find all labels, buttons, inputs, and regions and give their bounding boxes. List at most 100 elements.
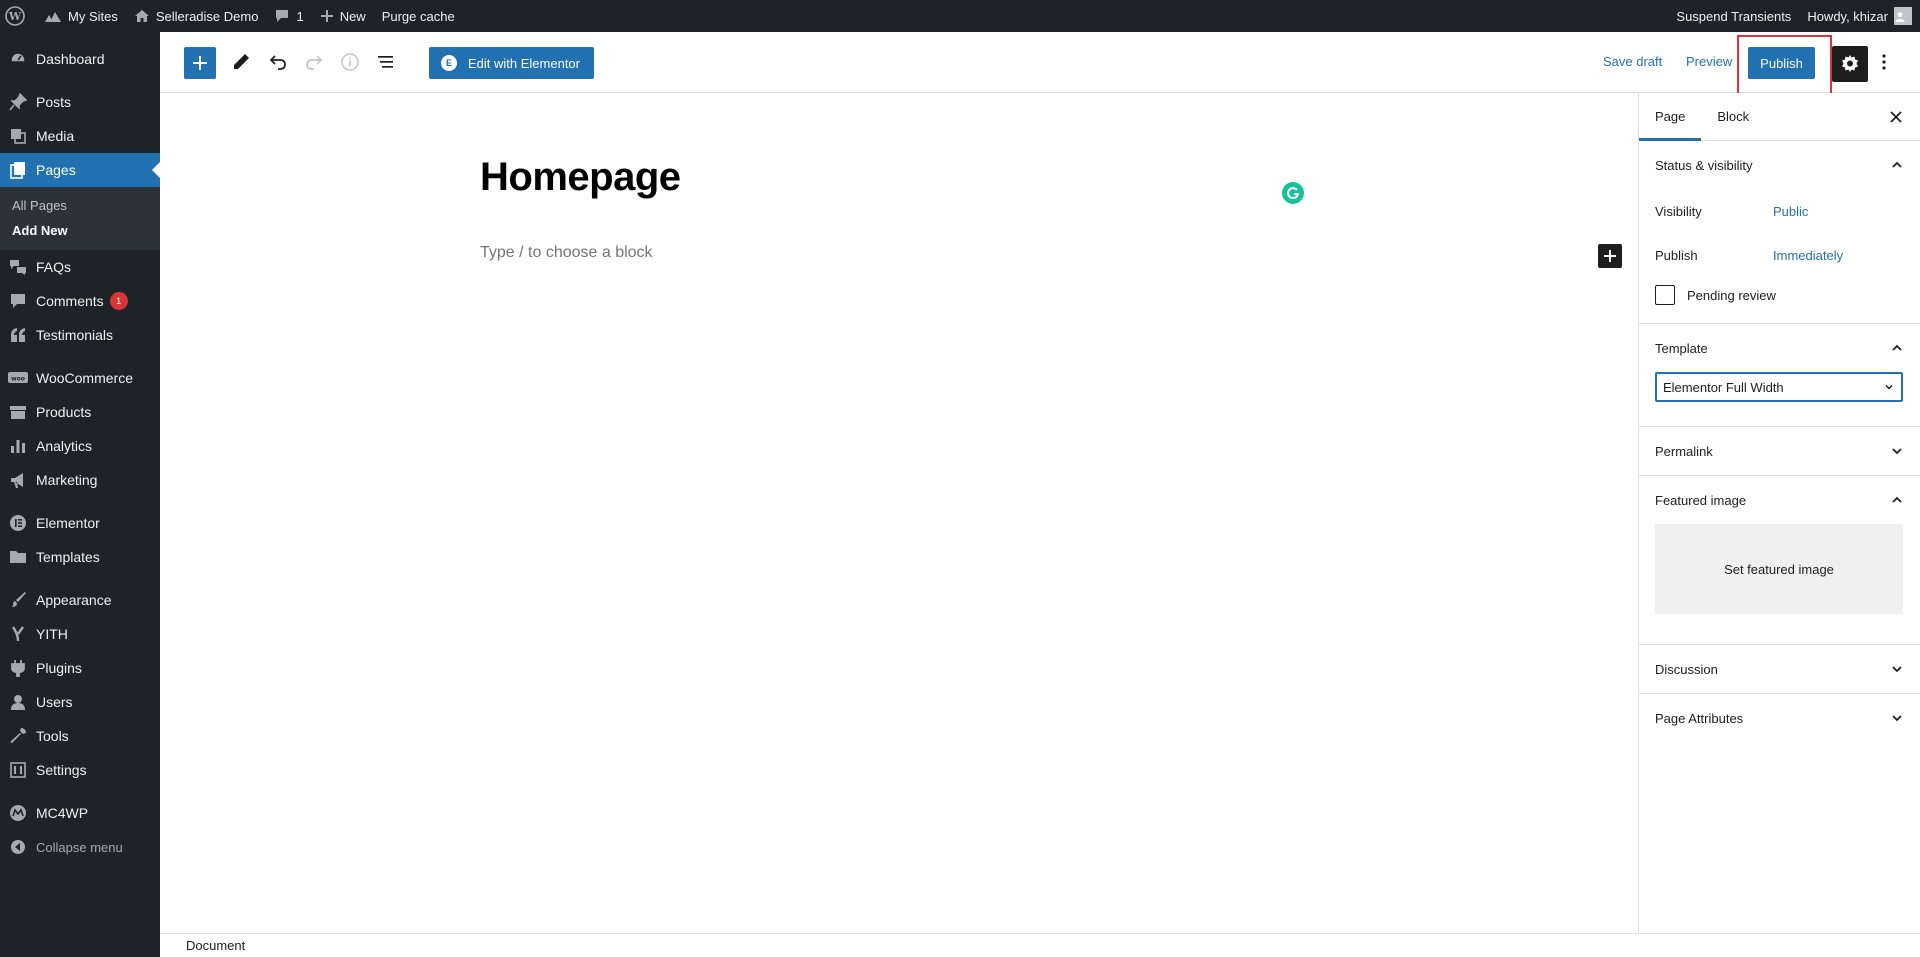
- sidebar-item-comments[interactable]: Comments 1: [0, 284, 160, 318]
- megaphone-icon: [8, 470, 28, 490]
- sidebar-item-label: MC4WP: [36, 805, 89, 821]
- elementor-icon: [8, 513, 28, 533]
- sidebar-tabs: Page Block: [1639, 93, 1920, 141]
- chart-icon: [8, 436, 28, 456]
- submenu-add-new[interactable]: Add New: [0, 218, 160, 243]
- template-toggle[interactable]: Template: [1655, 324, 1904, 372]
- yith-icon: [8, 624, 28, 644]
- more-options-button[interactable]: [1868, 46, 1900, 78]
- my-sites-label: My Sites: [68, 8, 118, 24]
- settings-icon: [8, 760, 28, 780]
- tools-button[interactable]: [225, 46, 257, 78]
- sidebar-item-faqs[interactable]: FAQs: [0, 250, 160, 284]
- post-title[interactable]: Homepage: [480, 155, 681, 200]
- sidebar-item-label: Posts: [36, 94, 72, 110]
- featured-image-toggle[interactable]: Featured image: [1655, 476, 1904, 524]
- grammarly-icon[interactable]: [1282, 182, 1304, 204]
- visibility-label: Visibility: [1655, 203, 1702, 219]
- section-title: Template: [1655, 340, 1708, 356]
- tab-page[interactable]: Page: [1639, 93, 1702, 141]
- sidebar-item-label: Comments: [36, 293, 104, 309]
- sidebar-item-elementor[interactable]: Elementor: [0, 506, 160, 540]
- sidebar-item-analytics[interactable]: Analytics: [0, 429, 160, 463]
- new-content-link[interactable]: New: [312, 0, 374, 32]
- sidebar-item-marketing[interactable]: Marketing: [0, 463, 160, 497]
- tab-block[interactable]: Block: [1701, 93, 1765, 140]
- admin-bar: W My Sites Selleradise Demo 1 New Purge …: [0, 0, 1920, 32]
- breadcrumb[interactable]: Document: [186, 938, 245, 953]
- status-visibility-toggle[interactable]: Status & visibility: [1655, 141, 1904, 189]
- block-inserter-toggle[interactable]: [184, 47, 216, 79]
- page-attributes-toggle[interactable]: Page Attributes: [1655, 694, 1904, 742]
- sidebar-item-woocommerce[interactable]: woo WooCommerce: [0, 361, 160, 395]
- purge-cache-link[interactable]: Purge cache: [374, 0, 463, 32]
- save-draft-button[interactable]: Save draft: [1603, 54, 1662, 69]
- comment-bubble-icon: [276, 10, 289, 22]
- set-featured-image-button[interactable]: Set featured image: [1655, 524, 1903, 614]
- pages-icon: [8, 160, 28, 180]
- chevron-up-icon: [1892, 496, 1902, 503]
- permalink-toggle[interactable]: Permalink: [1655, 427, 1904, 475]
- suspend-transients-link[interactable]: Suspend Transients: [1668, 0, 1799, 32]
- plus-icon: [193, 56, 207, 70]
- sidebar-item-label: Media: [36, 128, 75, 144]
- sidebar-item-label: Pages: [36, 162, 76, 178]
- template-select[interactable]: Elementor Full Width: [1655, 372, 1903, 402]
- my-sites-link[interactable]: My Sites: [36, 0, 126, 32]
- svg-text:W: W: [8, 10, 22, 23]
- gear-icon: [1842, 55, 1858, 72]
- section-title: Featured image: [1655, 492, 1747, 508]
- block-placeholder[interactable]: Type / to choose a block: [480, 244, 653, 262]
- chevron-down-icon: [1885, 384, 1893, 390]
- list-view-button[interactable]: [370, 46, 402, 78]
- sidebar-item-media[interactable]: Media: [0, 119, 160, 153]
- sidebar-item-mc4wp[interactable]: MC4WP: [0, 796, 160, 830]
- close-icon: [1890, 111, 1902, 123]
- undo-button[interactable]: [262, 46, 294, 78]
- sidebar-item-users[interactable]: Users: [0, 685, 160, 719]
- redo-button[interactable]: [298, 46, 330, 78]
- wrench-icon: [8, 726, 28, 746]
- sidebar-item-testimonials[interactable]: Testimonials: [0, 318, 160, 352]
- visibility-value-button[interactable]: Public: [1773, 204, 1808, 219]
- undo-icon: [269, 55, 286, 70]
- close-sidebar-button[interactable]: [1884, 105, 1908, 129]
- sidebar-item-appearance[interactable]: Appearance: [0, 583, 160, 617]
- discussion-toggle[interactable]: Discussion: [1655, 645, 1904, 693]
- sidebar-item-pages[interactable]: Pages: [0, 153, 160, 187]
- chevron-down-icon: [1892, 666, 1902, 673]
- set-featured-image-label: Set featured image: [1724, 561, 1834, 577]
- sidebar-item-label: Appearance: [36, 592, 112, 608]
- status-visibility-panel: Status & visibility Visibility Public Pu…: [1639, 141, 1920, 324]
- collapse-menu-button[interactable]: Collapse menu: [0, 830, 160, 864]
- sidebar-item-templates[interactable]: Templates: [0, 540, 160, 574]
- publish-button[interactable]: Publish: [1748, 47, 1815, 79]
- sidebar-item-label: Settings: [36, 762, 87, 778]
- publish-date-button[interactable]: Immediately: [1773, 248, 1843, 263]
- sidebar-item-label: Testimonials: [36, 327, 114, 343]
- site-name-link[interactable]: Selleradise Demo: [126, 0, 267, 32]
- sidebar-item-posts[interactable]: Posts: [0, 85, 160, 119]
- sidebar-item-yith[interactable]: YITH: [0, 617, 160, 651]
- edit-with-elementor-button[interactable]: E Edit with Elementor: [429, 47, 594, 79]
- discussion-panel: Discussion: [1639, 645, 1920, 694]
- edit-with-elementor-label: Edit with Elementor: [468, 55, 580, 71]
- sidebar-item-plugins[interactable]: Plugins: [0, 651, 160, 685]
- editor-canvas: Homepage Type / to choose a block: [160, 93, 1638, 933]
- details-button[interactable]: [334, 46, 366, 78]
- submenu-all-pages[interactable]: All Pages: [0, 193, 160, 218]
- add-block-button[interactable]: [1598, 244, 1622, 268]
- sidebar-item-tools[interactable]: Tools: [0, 719, 160, 753]
- sidebar-item-products[interactable]: Products: [0, 395, 160, 429]
- pending-review-checkbox[interactable]: [1655, 285, 1675, 305]
- account-menu[interactable]: Howdy, khizar: [1799, 0, 1920, 32]
- template-panel: Template Elementor Full Width: [1639, 324, 1920, 427]
- settings-toggle-button[interactable]: [1832, 46, 1868, 82]
- sidebar-item-settings[interactable]: Settings: [0, 753, 160, 787]
- wordpress-logo-icon[interactable]: W: [0, 0, 36, 32]
- comments-link[interactable]: 1: [266, 0, 311, 32]
- sidebar-item-dashboard[interactable]: Dashboard: [0, 42, 160, 76]
- preview-button[interactable]: Preview: [1686, 54, 1732, 69]
- pages-submenu: All Pages Add New: [0, 187, 160, 250]
- new-label: New: [339, 8, 366, 24]
